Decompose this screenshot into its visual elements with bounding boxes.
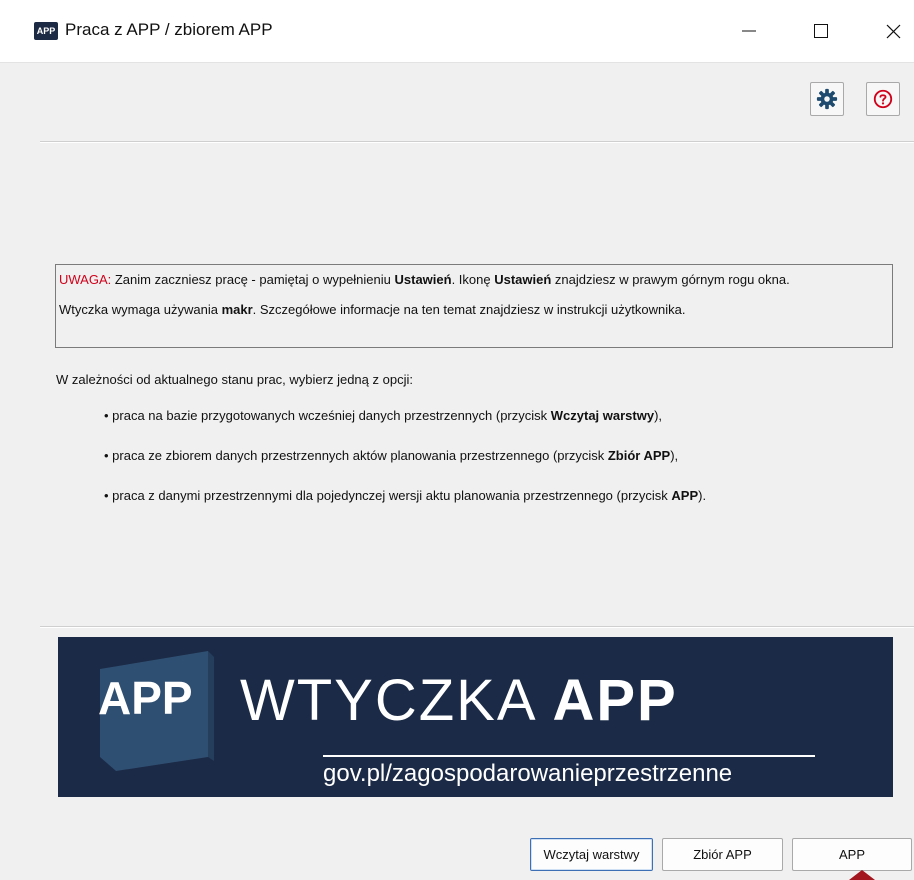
minimize-button[interactable] — [726, 12, 772, 50]
question-circle-icon — [873, 89, 893, 109]
maximize-icon — [814, 24, 828, 38]
maximize-button[interactable] — [798, 12, 844, 50]
top-divider — [40, 141, 914, 143]
notice-text: . Ikonę — [451, 272, 495, 287]
notice-line-macros: Wtyczka wymaga używania makr. Szczegółow… — [59, 301, 889, 319]
title-bar: APP Praca z APP / zbiorem APP — [0, 0, 914, 63]
notice-bold-settings: Ustawień — [494, 272, 552, 287]
app-logo-icon: APP — [34, 22, 58, 40]
app-button[interactable]: APP — [792, 838, 912, 871]
notice-text: Zanim zaczniesz pracę - pamiętaj o wypeł… — [111, 272, 395, 287]
option-item: • praca ze zbiorem danych przestrzennych… — [104, 448, 679, 463]
close-icon — [886, 24, 900, 38]
gear-icon — [816, 88, 838, 110]
bottom-divider — [40, 626, 914, 628]
warning-notice: UWAGA: Zanim zaczniesz pracę - pamiętaj … — [55, 264, 893, 348]
warning-label: UWAGA: — [59, 272, 112, 287]
app-set-button[interactable]: Zbiór APP — [662, 838, 783, 871]
instructions-intro: W zależności od aktualnego stanu prac, w… — [56, 372, 413, 387]
help-button[interactable] — [866, 82, 900, 116]
option-item: • praca z danymi przestrzennymi dla poje… — [104, 488, 707, 503]
banner-title: WTYCZKA APP — [240, 668, 678, 733]
plugin-banner: APP WTYCZKA APP gov.pl/zagospodarowaniep… — [58, 637, 893, 797]
option-item: • praca na bazie przygotowanych wcześnie… — [104, 408, 663, 423]
minimize-icon — [742, 30, 756, 32]
notice-line-settings: UWAGA: Zanim zaczniesz pracę - pamiętaj … — [59, 271, 889, 289]
settings-button[interactable] — [810, 82, 844, 116]
mouse-cursor-icon — [849, 870, 875, 880]
window-title: Praca z APP / zbiorem APP — [65, 20, 273, 39]
notice-text: Wtyczka wymaga używania — [59, 302, 222, 317]
banner-badge-text: APP — [98, 672, 193, 724]
banner-url: gov.pl/zagospodarowanieprzestrzenne — [323, 760, 733, 787]
close-button[interactable] — [870, 12, 914, 50]
load-layers-button[interactable]: Wczytaj warstwy — [530, 838, 653, 871]
notice-text: znajdziesz w prawym górnym rogu okna. — [551, 272, 790, 287]
notice-bold-settings: Ustawień — [394, 272, 452, 287]
banner-underline — [323, 755, 815, 757]
notice-text: . Szczegółowe informacje na ten temat zn… — [252, 302, 686, 317]
notice-bold-macros: makr — [221, 302, 253, 317]
